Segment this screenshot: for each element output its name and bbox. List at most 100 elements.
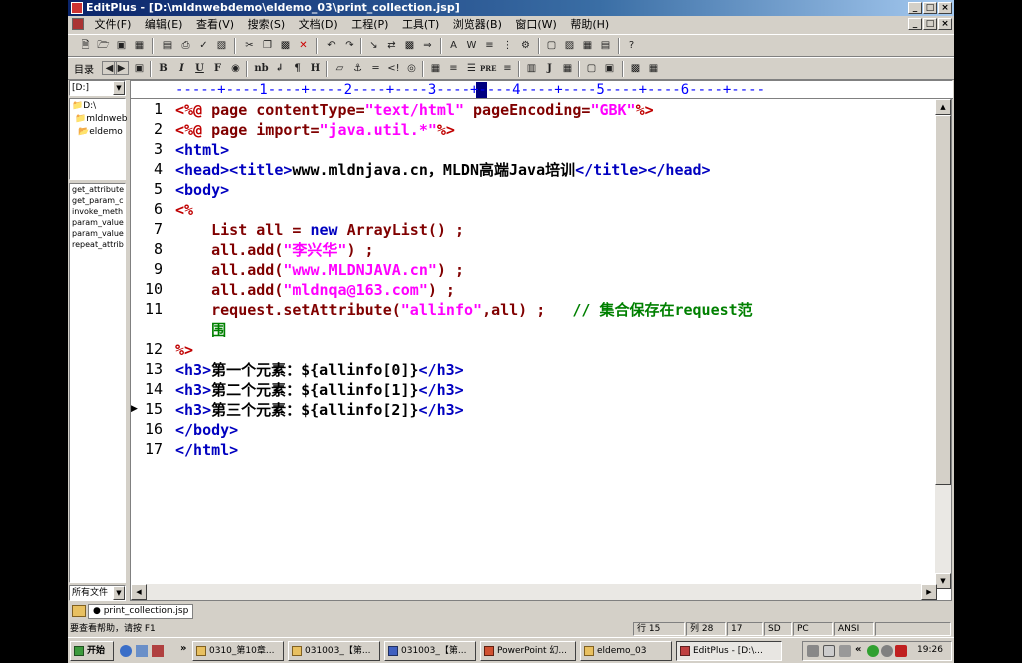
menu-browser[interactable]: 浏览器(B)	[448, 16, 507, 33]
center-icon[interactable]: ≡	[446, 62, 461, 76]
comment-icon[interactable]: <!	[386, 62, 401, 76]
horizontal-scrollbar[interactable]: ◀ ▶	[131, 584, 937, 600]
menu-project[interactable]: 工程(P)	[346, 16, 393, 33]
delete-icon[interactable]: ✕	[296, 39, 311, 53]
italic-button[interactable]: I	[174, 62, 189, 76]
ie-icon[interactable]	[120, 645, 132, 657]
tab-print-collection[interactable]: ● print_collection.jsp	[88, 604, 194, 619]
start-button[interactable]: 开始	[70, 641, 114, 661]
wordwrap-icon[interactable]: W	[464, 39, 479, 53]
taskbar-item-word[interactable]: 031003_【第...	[384, 641, 476, 661]
menu-view[interactable]: 查看(V)	[191, 16, 239, 33]
bold-button[interactable]: B	[156, 62, 171, 76]
taskbar-item-folder[interactable]: 031003_【第...	[288, 641, 380, 661]
menu-tools[interactable]: 工具(T)	[397, 16, 444, 33]
file-filter-select[interactable]: 所有文件 ▼	[69, 585, 126, 601]
menu-document[interactable]: 文档(D)	[294, 16, 343, 33]
taskbar-item-editplus[interactable]: EditPlus - [D:\...	[676, 641, 782, 661]
taskbar-item-folder[interactable]: 0310_第10章...	[192, 641, 284, 661]
paste-icon[interactable]: ▩	[278, 39, 293, 53]
color-icon[interactable]: ◉	[228, 62, 243, 76]
cliptext-item[interactable]: get_param_c	[70, 195, 126, 206]
menu-search[interactable]: 搜索(S)	[243, 16, 291, 33]
app-quicklaunch-icon[interactable]	[152, 645, 164, 657]
taskbar-item-powerpoint[interactable]: PowerPoint 幻...	[480, 641, 576, 661]
tree-item-eldemo[interactable]: 📂eldemo	[78, 127, 134, 137]
frame-icon[interactable]: ▢	[584, 62, 599, 76]
print-icon[interactable]: ⎙	[178, 39, 193, 53]
open-folder-icon[interactable]: 🗁	[96, 39, 111, 53]
code-editor[interactable]: -----+----1----+----2----+----3----+----…	[130, 80, 953, 601]
underline-button[interactable]: U	[192, 62, 207, 76]
ruler-icon[interactable]: ≡	[482, 39, 497, 53]
drive-select[interactable]: [D:] ▼	[69, 80, 126, 96]
font-icon[interactable]: A	[446, 39, 461, 53]
image-icon[interactable]: ▱	[332, 62, 347, 76]
font-tag-button[interactable]: F	[210, 62, 225, 76]
color-palette-icon[interactable]: ▩	[628, 62, 643, 76]
cliptext-item[interactable]: param_value	[70, 228, 126, 239]
cliptext-item[interactable]: get_attribute	[70, 184, 126, 195]
menu-window[interactable]: 窗口(W)	[510, 16, 561, 33]
menu-file[interactable]: 文件(F)	[90, 16, 137, 33]
clipboard-icon[interactable]: ▧	[214, 39, 229, 53]
java-button[interactable]: J	[542, 62, 557, 76]
tile-icon[interactable]: ▦	[580, 39, 595, 53]
settings-icon[interactable]: ⚙	[518, 39, 533, 53]
scroll-up-icon[interactable]: ▲	[935, 99, 951, 115]
doc-restore-button[interactable]: □	[923, 18, 937, 30]
redo-icon[interactable]: ↷	[342, 39, 357, 53]
dropdown-arrow-icon[interactable]: ▼	[113, 81, 125, 95]
copy-icon[interactable]: ❐	[260, 39, 275, 53]
tray-help-icon[interactable]	[823, 645, 835, 657]
pre-button[interactable]: PRE	[480, 62, 496, 76]
help-icon[interactable]: ?	[624, 39, 639, 53]
undo-icon[interactable]: ↶	[324, 39, 339, 53]
tray-network-icon[interactable]	[867, 645, 879, 657]
cascade-icon[interactable]: ▤	[598, 39, 613, 53]
linenumber-icon[interactable]: ⋮	[500, 39, 515, 53]
cliptext-item[interactable]: invoke_meth	[70, 206, 126, 217]
minimize-button[interactable]: _	[908, 2, 922, 14]
vertical-scrollbar[interactable]: ▲ ▼	[935, 99, 951, 589]
close-button[interactable]: ×	[938, 2, 952, 14]
anchor-icon[interactable]: ⚓	[350, 62, 365, 76]
heading-button[interactable]: H	[308, 62, 323, 76]
paragraph-button[interactable]: ¶	[290, 62, 305, 76]
html-template-icon[interactable]: ▣	[132, 62, 147, 76]
scroll-down-icon[interactable]: ▼	[935, 573, 951, 589]
document-icon[interactable]	[72, 18, 84, 30]
find-icon[interactable]: ↘	[366, 39, 381, 53]
taskbar-item-eldemo[interactable]: eldemo_03	[580, 641, 672, 661]
find-next-icon[interactable]: ▩	[402, 39, 417, 53]
maximize-button[interactable]: □	[923, 2, 937, 14]
next-arrow-icon[interactable]: ▶	[114, 61, 129, 75]
table-icon[interactable]: ▦	[428, 62, 443, 76]
tray-printer-icon[interactable]	[807, 645, 819, 657]
menu-help[interactable]: 帮助(H)	[565, 16, 614, 33]
replace-icon[interactable]: ⇄	[384, 39, 399, 53]
cliptext-item[interactable]: repeat_attrib	[70, 239, 126, 250]
doc-close-button[interactable]: ×	[938, 18, 952, 30]
code-area[interactable]: <%@ page contentType="text/html" pageEnc…	[175, 100, 935, 582]
folder-icon[interactable]	[72, 605, 86, 617]
scroll-left-icon[interactable]: ◀	[131, 584, 147, 600]
cut-icon[interactable]: ✂	[242, 39, 257, 53]
tree-item-mldnweb[interactable]: 📁mldnweb	[75, 114, 131, 124]
new-file-icon[interactable]: 🗎	[78, 39, 93, 53]
window-icon[interactable]: ▨	[562, 39, 577, 53]
desktop-icon[interactable]	[136, 645, 148, 657]
tray-status-icon[interactable]	[881, 645, 893, 657]
hr-icon[interactable]: ═	[368, 62, 383, 76]
scroll-right-icon[interactable]: ▶	[921, 584, 937, 600]
list-icon[interactable]: ☰	[464, 62, 479, 76]
view-icon[interactable]: ▦	[646, 62, 661, 76]
align-icon[interactable]: ≡	[500, 62, 515, 76]
doc-minimize-button[interactable]: _	[908, 18, 922, 30]
menu-edit[interactable]: 编辑(E)	[140, 16, 188, 33]
save-all-icon[interactable]: ▦	[132, 39, 147, 53]
dropdown-arrow-icon[interactable]: ▼	[113, 586, 125, 600]
browser-icon[interactable]: ▢	[544, 39, 559, 53]
form-icon[interactable]: ◎	[404, 62, 419, 76]
css-icon[interactable]: ▦	[560, 62, 575, 76]
